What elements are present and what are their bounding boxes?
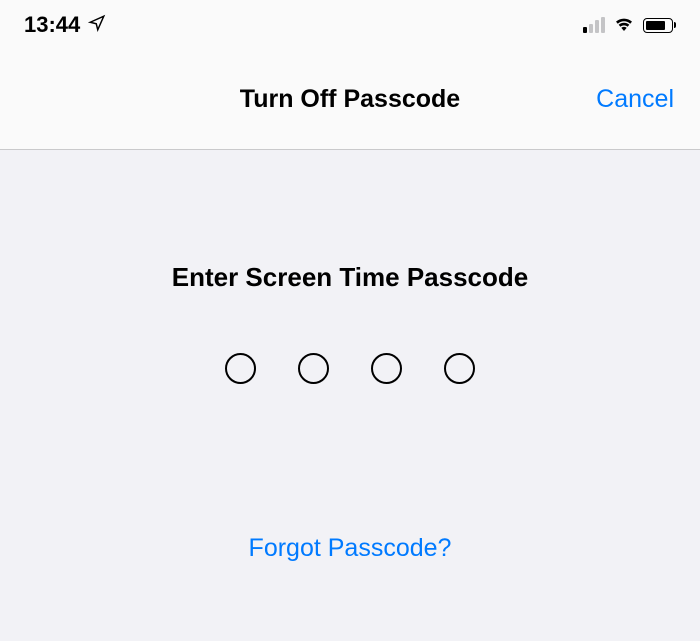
page-title: Turn Off Passcode (240, 85, 460, 114)
cancel-button[interactable]: Cancel (596, 85, 674, 114)
content-area: Enter Screen Time Passcode Forgot Passco… (0, 150, 700, 563)
passcode-dot-1 (225, 353, 256, 384)
passcode-dot-4 (444, 353, 475, 384)
status-left: 13:44 (24, 12, 106, 38)
status-right (583, 15, 676, 36)
cellular-icon (583, 17, 605, 33)
status-time: 13:44 (24, 12, 80, 38)
passcode-dot-2 (298, 353, 329, 384)
nav-header: Turn Off Passcode Cancel (0, 50, 700, 150)
passcode-dot-3 (371, 353, 402, 384)
passcode-prompt: Enter Screen Time Passcode (172, 262, 528, 293)
passcode-dots[interactable] (225, 353, 475, 384)
status-bar: 13:44 (0, 0, 700, 50)
forgot-passcode-link[interactable]: Forgot Passcode? (249, 534, 452, 563)
location-icon (88, 12, 106, 38)
battery-icon (643, 18, 676, 33)
wifi-icon (613, 15, 635, 36)
